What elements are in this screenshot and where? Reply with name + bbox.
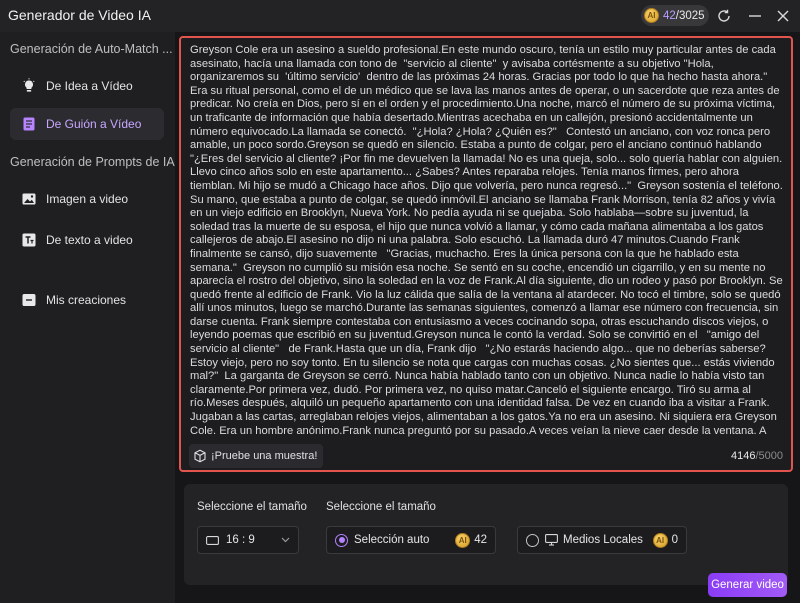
try-sample-button[interactable]: ¡Pruebe una muestra! <box>189 444 324 468</box>
try-sample-label: ¡Pruebe una muestra! <box>211 450 318 462</box>
option-auto-selection[interactable]: Selección auto AI 42 <box>326 526 496 554</box>
sidebar-item-label: Imagen a video <box>46 192 129 206</box>
credits-total: /3025 <box>675 9 705 22</box>
sidebar-item-idea-to-video[interactable]: De Idea a Vídeo <box>10 70 164 102</box>
aspect-ratio-icon <box>206 535 219 545</box>
local-label: Medios Locales <box>563 534 643 546</box>
local-cost: 0 <box>671 534 678 546</box>
radio-local[interactable] <box>526 533 539 547</box>
section-ai-prompts: Generación de Prompts de IA <box>10 155 175 169</box>
settings-panel: Seleccione el tamaño Seleccione el tamañ… <box>184 484 788 585</box>
radio-auto[interactable] <box>335 533 348 547</box>
script-textarea[interactable]: Greyson Cole era un asesino a sueldo pro… <box>190 44 784 439</box>
size-label: Seleccione el tamaño <box>197 501 307 513</box>
refresh-icon[interactable] <box>714 6 734 26</box>
character-max: /5000 <box>755 450 783 462</box>
folder-icon <box>20 291 38 309</box>
sidebar-item-my-creations[interactable]: Mis creaciones <box>10 284 164 316</box>
option-local-media[interactable]: Medios Locales AI 0 <box>517 526 687 554</box>
sidebar-item-text-to-video[interactable]: De texto a video <box>10 224 164 256</box>
minimize-icon[interactable] <box>745 6 765 26</box>
sidebar-item-label: De Idea a Vídeo <box>46 79 133 93</box>
lightbulb-icon <box>20 77 38 95</box>
cube-icon <box>193 449 207 463</box>
main-panel: Greyson Cole era un asesino a sueldo pro… <box>175 32 800 603</box>
auto-cost: 42 <box>474 534 487 546</box>
credits-used: 42 <box>663 9 676 22</box>
script-icon <box>20 115 38 133</box>
source-label: Seleccione el tamaño <box>326 501 436 513</box>
sidebar-item-label: De texto a video <box>46 233 133 247</box>
character-counter: 4146/5000 <box>731 450 783 462</box>
image-icon <box>20 190 38 208</box>
chevron-down-icon <box>281 535 290 545</box>
close-icon[interactable] <box>773 6 793 26</box>
sidebar-item-label: De Guión a Vídeo <box>46 117 142 131</box>
generate-video-button[interactable]: Generar video <box>708 573 787 597</box>
aspect-ratio-select[interactable]: 16 : 9 <box>197 526 299 554</box>
window-title: Generador de Video IA <box>8 7 151 23</box>
sidebar: Generación de Auto-Match ... De Idea a V… <box>0 32 175 603</box>
text-icon <box>20 231 38 249</box>
title-bar: Generador de Video IA AI 42/3025 <box>0 0 800 32</box>
script-editor[interactable]: Greyson Cole era un asesino a sueldo pro… <box>179 36 793 472</box>
coin-icon: AI <box>644 8 659 23</box>
credits-badge[interactable]: AI 42/3025 <box>641 5 709 26</box>
sidebar-item-label: Mis creaciones <box>46 293 127 307</box>
character-count: 4146 <box>730 450 756 462</box>
auto-label: Selección auto <box>354 534 430 546</box>
coin-icon: AI <box>652 532 668 548</box>
section-auto-match: Generación de Auto-Match ... <box>10 42 173 56</box>
monitor-icon <box>545 534 558 546</box>
sidebar-item-image-to-video[interactable]: Imagen a video <box>10 183 164 215</box>
sidebar-item-script-to-video[interactable]: De Guión a Vídeo <box>10 108 164 140</box>
aspect-ratio-value: 16 : 9 <box>226 534 255 546</box>
coin-icon: AI <box>455 532 471 548</box>
